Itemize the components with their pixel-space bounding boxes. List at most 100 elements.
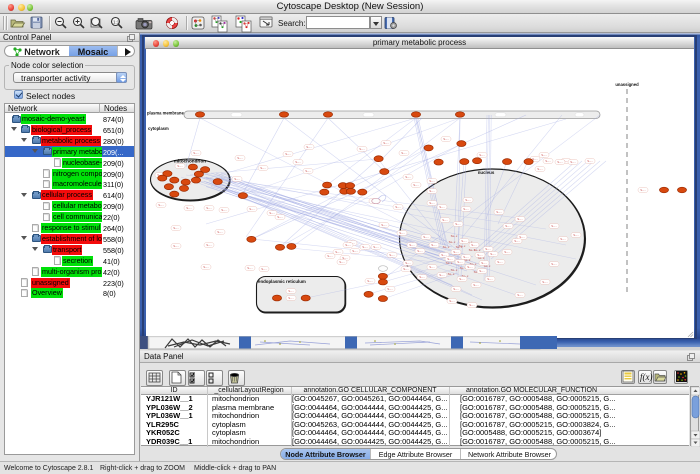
svg-text:S--.-: S--.-: [469, 303, 475, 307]
svg-text:S--.-: S--.-: [367, 279, 373, 283]
svg-text:S--.-: S--.-: [504, 250, 510, 254]
svg-text:S--.-: S--.-: [247, 266, 253, 270]
svg-text:S--.-: S--.-: [288, 289, 294, 293]
svg-text:S--.-: S--.-: [471, 243, 477, 247]
svg-text:S--.-: S--.-: [442, 218, 448, 222]
svg-text:S--.-: S--.-: [514, 239, 520, 243]
svg-text:S--.-: S--.-: [295, 160, 301, 164]
svg-text:S--.-: S--.-: [403, 267, 409, 271]
svg-text:S--.-: S--.-: [453, 287, 459, 291]
svg-text:S--.-: S--.-: [541, 153, 547, 157]
svg-text:S--.-: S--.-: [237, 156, 243, 160]
svg-text:S--.-: S--.-: [459, 277, 465, 281]
svg-text:S--.-: S--.-: [490, 252, 496, 256]
svg-text:S--.-: S--.-: [465, 198, 471, 202]
svg-text:S--.-: S--.-: [405, 261, 411, 265]
svg-text:Sx-.x: Sx-.x: [448, 272, 455, 276]
svg-text:S--.-: S--.-: [206, 206, 212, 210]
svg-text:cytoplasm: cytoplasm: [148, 126, 169, 131]
svg-text:S--.-: S--.-: [481, 261, 487, 265]
svg-text:S--.-: S--.-: [573, 233, 579, 237]
svg-text:S--.-: S--.-: [457, 260, 463, 264]
svg-text:plasma membrane: plasma membrane: [147, 111, 184, 116]
svg-text:S--.-: S--.-: [542, 280, 548, 284]
svg-text:S--.-: S--.-: [443, 137, 449, 141]
svg-text:S--.-: S--.-: [399, 231, 405, 235]
svg-text:S--.-: S--.-: [193, 151, 199, 155]
svg-text:S--.-: S--.-: [405, 175, 411, 179]
svg-text:Sx-.x: Sx-.x: [451, 234, 458, 238]
svg-text:S--.-: S--.-: [517, 217, 523, 221]
svg-text:1:1: 1:1: [113, 20, 120, 25]
svg-text:S--.-: S--.-: [401, 151, 407, 155]
svg-text:S--.-: S--.-: [461, 239, 467, 243]
svg-text:S--.-: S--.-: [551, 262, 557, 266]
svg-text:S--.-: S--.-: [429, 265, 435, 269]
svg-text:S--.-: S--.-: [479, 153, 485, 157]
svg-text:mitochondrion: mitochondrion: [174, 159, 206, 164]
svg-text:S--.-: S--.-: [345, 243, 351, 247]
svg-text:S--.-: S--.-: [587, 159, 593, 163]
svg-text:S--.-: S--.-: [463, 255, 469, 259]
svg-text:endoplasmic reticulum: endoplasmic reticulum: [258, 279, 306, 284]
svg-text:S--.-: S--.-: [217, 230, 223, 234]
svg-text:S--.-: S--.-: [234, 177, 240, 181]
svg-text:S--.-: S--.-: [221, 208, 227, 212]
svg-text:S--.-: S--.-: [381, 223, 387, 227]
svg-text:S--.-: S--.-: [413, 183, 419, 187]
svg-text:S--.-: S--.-: [177, 164, 183, 168]
svg-text:S--.-: S--.-: [453, 250, 459, 254]
svg-text:S--.-: S--.-: [327, 254, 333, 258]
svg-text:S--.-: S--.-: [362, 245, 368, 249]
svg-text:S--.-: S--.-: [439, 273, 445, 277]
svg-text:S--.-: S--.-: [463, 207, 469, 211]
svg-text:S--.-: S--.-: [249, 207, 255, 211]
svg-text:S--.-: S--.-: [409, 243, 415, 247]
svg-text:S--.-: S--.-: [485, 247, 491, 251]
svg-text:S--.-: S--.-: [570, 160, 576, 164]
svg-text:S--.-: S--.-: [173, 244, 179, 248]
svg-text:S--.-: S--.-: [449, 299, 455, 303]
svg-text:S--.-: S--.-: [335, 250, 341, 254]
svg-text:unassigned: unassigned: [615, 82, 639, 87]
svg-text:S--.-: S--.-: [352, 249, 358, 253]
svg-text:S--.-: S--.-: [383, 141, 389, 145]
svg-text:S--.-: S--.-: [373, 245, 379, 249]
svg-text:S--.-: S--.-: [417, 249, 423, 253]
svg-text:S--.-: S--.-: [467, 265, 473, 269]
svg-text:S--.-: S--.-: [206, 243, 212, 247]
svg-text:S--.-: S--.-: [477, 253, 483, 257]
svg-text:S--.-: S--.-: [423, 235, 429, 239]
svg-text:S--.-: S--.-: [261, 267, 267, 271]
svg-text:S--.-: S--.-: [455, 222, 461, 226]
svg-text:S--.-: S--.-: [158, 203, 164, 207]
svg-text:S--.-: S--.-: [497, 260, 503, 264]
svg-text:S--.-: S--.-: [487, 277, 493, 281]
svg-text:S--.-: S--.-: [429, 189, 435, 193]
svg-text:S--.-: S--.-: [306, 145, 312, 149]
svg-text:Sx-.x: Sx-.x: [449, 240, 456, 244]
svg-text:S--.-: S--.-: [277, 215, 283, 219]
svg-text:S--.-: S--.-: [173, 226, 179, 230]
svg-text:S--.-: S--.-: [359, 147, 365, 151]
svg-text:S--.-: S--.-: [395, 205, 401, 209]
svg-text:S--.-: S--.-: [339, 260, 345, 264]
svg-text:Sx-.x: Sx-.x: [456, 245, 463, 249]
svg-text:S--.-: S--.-: [285, 152, 291, 156]
svg-text:nucleus: nucleus: [478, 170, 495, 175]
svg-text:S--.-: S--.-: [260, 166, 266, 170]
svg-text:S--.-: S--.-: [389, 253, 395, 257]
svg-text:S--.-: S--.-: [305, 169, 311, 173]
svg-text:S--.-: S--.-: [545, 159, 551, 163]
svg-text:S--.-: S--.-: [505, 224, 511, 228]
svg-text:S--.-: S--.-: [496, 210, 502, 214]
svg-text:S--.-: S--.-: [537, 167, 543, 171]
svg-text:S--.-: S--.-: [203, 265, 209, 269]
svg-text:S--.-: S--.-: [479, 269, 485, 273]
svg-text:f(x): f(x): [640, 372, 653, 382]
svg-text:S--.-: S--.-: [557, 160, 563, 164]
svg-text:S--.-: S--.-: [447, 257, 453, 261]
svg-text:S--.-: S--.-: [288, 296, 294, 300]
svg-text:S--.-: S--.-: [429, 179, 435, 183]
svg-text:S--.-: S--.-: [551, 224, 557, 228]
